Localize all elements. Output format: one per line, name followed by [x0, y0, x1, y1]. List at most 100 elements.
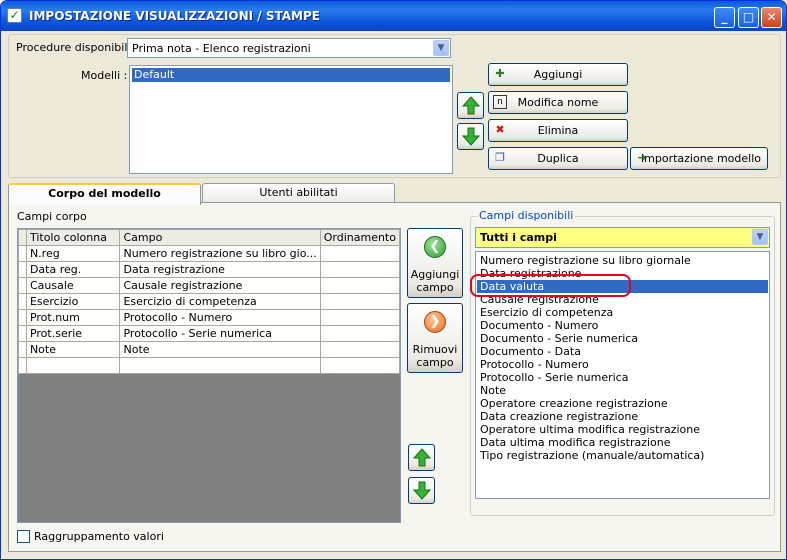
body-fields-label: Campi corpo	[17, 210, 87, 223]
row-indicator[interactable]	[18, 341, 27, 358]
remove-arrow-icon: ❯	[424, 311, 446, 333]
table-cell[interactable]	[319, 277, 400, 294]
table-cell[interactable]: Note	[25, 341, 121, 358]
row-indicator[interactable]	[18, 325, 27, 342]
arrow-down-icon	[412, 481, 432, 500]
table-row[interactable]: Prot.serie Protocollo - Serie numerica	[18, 325, 400, 342]
table-row[interactable]: Esercizio Esercizio di competenza	[18, 293, 400, 310]
minimize-button[interactable]: _	[714, 7, 735, 28]
arrow-up-icon	[412, 448, 432, 467]
procedures-selected-value: Prima nota - Elenco registrazioni	[132, 42, 311, 55]
row-indicator[interactable]	[18, 309, 27, 326]
import-icon: ➜	[637, 151, 647, 164]
available-fields-label: Campi disponibili	[477, 209, 576, 222]
row-indicator[interactable]	[18, 293, 27, 310]
table-cell[interactable]: Causale	[25, 277, 121, 294]
table-cell[interactable]	[319, 293, 400, 310]
delete-model-button[interactable]: ✖ Elimina	[488, 119, 628, 142]
table-cell[interactable]: Esercizio di competenza	[119, 293, 321, 310]
table-cell[interactable]: Data registrazione	[119, 261, 321, 278]
procedures-select[interactable]: Prima nota - Elenco registrazioni ▼	[127, 38, 451, 58]
close-button[interactable]: ✕	[761, 7, 782, 28]
add-field-button[interactable]: ❮ Aggiungi campo	[407, 228, 463, 298]
chevron-down-icon[interactable]: ▼	[752, 229, 768, 245]
available-field-item[interactable]: Protocollo - Numero	[477, 358, 768, 371]
table-cell[interactable]: Protocollo - Serie numerica	[119, 325, 321, 342]
column-header[interactable]: Titolo colonna	[25, 229, 121, 246]
table-cell[interactable]: N.reg	[25, 245, 121, 262]
model-move-down-button[interactable]	[457, 123, 484, 150]
column-header[interactable]: Campo	[119, 229, 321, 246]
available-field-item[interactable]: Tipo registrazione (manuale/automatica)	[477, 449, 768, 462]
table-cell[interactable]: Prot.num	[25, 309, 121, 326]
row-indicator[interactable]	[18, 261, 27, 278]
remove-field-label: Rimuovi campo	[412, 343, 458, 369]
table-cell[interactable]: Numero registrazione su libro gio...	[119, 245, 321, 262]
table-cell[interactable]	[319, 245, 400, 262]
tab-utenti-abilitati[interactable]: Utenti abilitati	[202, 183, 395, 203]
table-cell[interactable]	[119, 357, 321, 374]
table-cell[interactable]	[25, 357, 121, 374]
table-cell[interactable]	[319, 325, 400, 342]
table-row[interactable]	[18, 357, 400, 374]
model-item-default[interactable]: Default	[132, 68, 450, 82]
body-fields-grid[interactable]: Titolo colonna Campo Ordinamento N.reg Nu…	[17, 228, 401, 523]
grouping-checkbox[interactable]	[17, 530, 30, 543]
available-field-item[interactable]: Protocollo - Serie numerica	[477, 371, 768, 384]
add-model-button[interactable]: ✚ Aggiungi	[488, 63, 628, 86]
column-header[interactable]: Ordinamento	[319, 229, 400, 246]
table-cell[interactable]	[319, 261, 400, 278]
field-move-down-button[interactable]	[408, 477, 435, 504]
row-indicator[interactable]	[18, 245, 27, 262]
available-field-item[interactable]: Data creazione registrazione	[477, 410, 768, 423]
duplicate-model-button[interactable]: ❐ Duplica	[488, 147, 628, 170]
available-field-item[interactable]: Documento - Serie numerica	[477, 332, 768, 345]
table-cell[interactable]: Data reg.	[25, 261, 121, 278]
table-cell[interactable]	[319, 309, 400, 326]
available-field-item[interactable]: Numero registrazione su libro giornale	[477, 254, 768, 267]
table-row[interactable]: Data reg. Data registrazione	[18, 261, 400, 278]
title-bar: ✓ IMPOSTAZIONE VISUALIZZAZIONI / STAMPE …	[1, 1, 786, 31]
remove-field-button[interactable]: ❯ Rimuovi campo	[407, 303, 463, 373]
window-title: IMPOSTAZIONE VISUALIZZAZIONI / STAMPE	[29, 9, 320, 23]
tab-panel: Campi corpo Titolo colonna Campo Ordinam…	[8, 202, 781, 552]
rename-model-label: Modifica nome	[517, 96, 599, 109]
table-row[interactable]: Note Note	[18, 341, 400, 358]
available-field-item[interactable]: Note	[477, 384, 768, 397]
rename-icon: n	[493, 95, 507, 109]
add-icon: ✚	[495, 67, 505, 80]
maximize-button[interactable]: □	[738, 7, 759, 28]
available-field-item[interactable]: Documento - Data	[477, 345, 768, 358]
models-list[interactable]: Default	[129, 65, 453, 174]
rename-model-button[interactable]: n Modifica nome	[488, 91, 628, 114]
row-indicator[interactable]	[18, 357, 27, 374]
tab-corpo-del-modello[interactable]: Corpo del modello	[8, 183, 201, 205]
table-cell[interactable]: Prot.serie	[25, 325, 121, 342]
table-cell[interactable]: Note	[119, 341, 321, 358]
available-fields-filter[interactable]: Tutti i campi ▼	[475, 227, 770, 248]
row-indicator-header	[18, 229, 27, 246]
filter-selected-value: Tutti i campi	[480, 231, 557, 244]
table-row[interactable]: Causale Causale registrazione	[18, 277, 400, 294]
table-row[interactable]: Prot.num Protocollo - Numero	[18, 309, 400, 326]
table-cell[interactable]: Causale registrazione	[119, 277, 321, 294]
table-cell[interactable]: Protocollo - Numero	[119, 309, 321, 326]
table-cell[interactable]	[319, 357, 400, 374]
available-field-item[interactable]: Operatore ultima modifica registrazione	[477, 423, 768, 436]
table-cell[interactable]	[319, 341, 400, 358]
main-window: ✓ IMPOSTAZIONE VISUALIZZAZIONI / STAMPE …	[0, 0, 787, 560]
available-field-item[interactable]: Documento - Numero	[477, 319, 768, 332]
import-model-button[interactable]: ➜ Importazione modello	[630, 147, 768, 170]
table-row[interactable]: N.reg Numero registrazione su libro gio..…	[18, 245, 400, 262]
add-model-label: Aggiungi	[533, 68, 583, 81]
table-cell[interactable]: Esercizio	[25, 293, 121, 310]
available-field-item[interactable]: Operatore creazione registrazione	[477, 397, 768, 410]
app-check-icon: ✓	[7, 8, 22, 23]
available-field-item[interactable]: Esercizio di competenza	[477, 306, 768, 319]
field-move-up-button[interactable]	[408, 444, 435, 471]
row-indicator[interactable]	[18, 277, 27, 294]
chevron-down-icon[interactable]: ▼	[433, 40, 449, 56]
available-field-item[interactable]: Data ultima modifica registrazione	[477, 436, 768, 449]
add-arrow-icon: ❮	[424, 236, 446, 258]
model-move-up-button[interactable]	[457, 92, 484, 119]
